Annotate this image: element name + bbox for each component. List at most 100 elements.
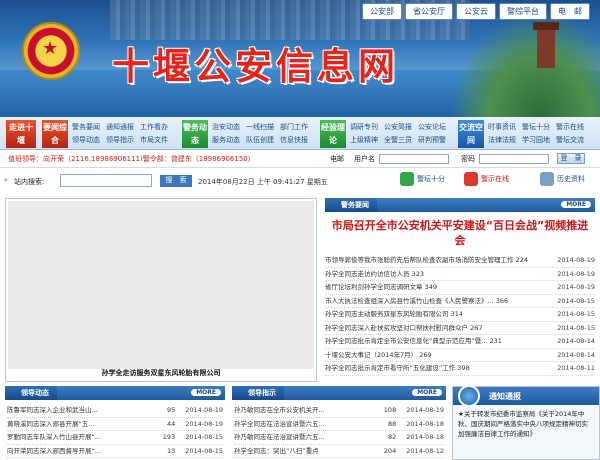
nav-link[interactable]: 警务要闻 <box>72 122 100 133</box>
list-item-date: 2014-08-19 <box>557 256 595 264</box>
password-label: 密码 <box>461 154 475 163</box>
top-link-email[interactable]: 电 邮 <box>550 3 590 20</box>
nav-head-shiyan[interactable]: 走进十堰 <box>6 120 36 148</box>
list-item-date: 2014-08-19 <box>185 406 223 414</box>
nav-link[interactable]: 警坛交流 <box>556 135 584 146</box>
list-item[interactable]: 黄晓溪同志深入郧县开展“五... 44 2014-08-19 <box>7 418 223 431</box>
nav-link[interactable]: 队伍创建 <box>246 135 274 146</box>
list-item[interactable]: 孙乃敏同志在全市公安机关开... 108 2014-08-19 <box>234 404 444 418</box>
video-caption[interactable]: 孙学全走访服务双星东风轮胎有限公司 <box>5 368 317 378</box>
list-item-title[interactable]: 市领导郭俊等我市张聪药先后帮队检查农副市场消防安全管理工作 224 <box>325 254 528 267</box>
list-item-title[interactable]: 黄晓溪同志深入郧县开展“五... <box>7 418 95 431</box>
nav-link[interactable]: 公安简报 <box>384 122 412 133</box>
list-item-title[interactable]: 孙学全同志深入赴扶贫攻坚对口帮扶村慰问群众户 267 <box>325 322 482 335</box>
list-item[interactable]: 市领导郭俊等我市张聪药先后帮队检查农副市场消防安全管理工作 224 2014-08… <box>325 254 595 268</box>
list-item[interactable]: 陈鲁军同志深入企业和武当山... 95 2014-08-19 <box>7 404 223 418</box>
nav-link[interactable]: 服务动态 <box>212 135 240 146</box>
nav-link[interactable]: 学习园地 <box>522 135 550 146</box>
instructions-section-bar: 领导指示 MORE <box>232 386 446 400</box>
top-link-platform[interactable]: 警综平台 <box>499 3 547 20</box>
username-input[interactable] <box>379 153 449 164</box>
search-input[interactable] <box>60 174 152 187</box>
nav-link[interactable]: 部门工作 <box>280 122 308 133</box>
list-item-title[interactable]: 孙学全同志批示肯定全市公安信息化“典型示范应用”暨... 231 <box>325 335 502 348</box>
notice-text[interactable]: ★关于转发市纪委市监察局《关于2014年中秋、国庆期间严格落实中央八项规定精神切… <box>453 405 599 443</box>
list-item[interactable]: 孙学全同志深入赴扶贫攻坚对口帮扶村慰问群众户 267 2014-08-15 <box>325 322 595 335</box>
nav-head-exchange[interactable]: 交流空间 <box>458 120 484 148</box>
nav-link[interactable]: 时事资讯 <box>488 122 516 133</box>
site-title: 十堰公安信息网 <box>112 44 399 88</box>
list-item[interactable]: 孙学全同志批示肯定全市公安信息化“典型示范应用”暨... 231 2014-08-… <box>325 335 595 349</box>
list-item-count: 44 <box>166 419 176 428</box>
instructions-list: 孙乃敏同志在全市公安机关开... 108 2014-08-19 孙学全同志在法治宣讲暨… <box>232 400 446 458</box>
nav-link[interactable]: 公安论坛 <box>418 122 446 133</box>
nav-head-police[interactable]: 警务动态 <box>182 120 208 148</box>
list-item[interactable]: 孙乃敏同志在法治宣讲暨六五... 82 2014-08-18 <box>234 431 444 445</box>
nav-link[interactable]: 治安动态 <box>212 122 240 133</box>
list-item[interactable]: 孙学全同志走访约访信访人员 323 2014-08-19 <box>325 268 595 281</box>
list-item[interactable]: 孙学全同志在法治宣讲暨六五... 88 2014-08-18 <box>234 418 444 431</box>
list-item-title[interactable]: 孙乃敏同志在法治宣讲暨六五... <box>234 431 325 444</box>
video-screen[interactable] <box>8 201 314 369</box>
leaders-more-button[interactable]: MORE <box>191 389 221 396</box>
password-input[interactable] <box>479 153 549 164</box>
top-link-cloud[interactable]: 公安云 <box>456 3 496 20</box>
nav-link[interactable]: 工作看办 <box>140 122 168 133</box>
nav-link[interactable]: 一线扫描 <box>246 122 274 133</box>
list-item-title[interactable]: 十堰公安大事记（2014年7月） 269 <box>325 349 432 362</box>
nav-link[interactable]: 研判预警 <box>418 135 446 146</box>
list-item-date: 2014-08-19 <box>557 269 595 278</box>
quick-link-warning[interactable]: 警示在线 <box>464 172 509 186</box>
news-headline[interactable]: 市局召开全市公安机关平安建设“百日会战”视频推进会 <box>329 218 591 248</box>
nav-link[interactable]: 通知通报 <box>106 122 134 133</box>
news-section-title: 警务要闻 <box>325 198 377 212</box>
list-item-title[interactable]: 孙乃敏同志在全市公安机关开... <box>234 404 325 417</box>
list-item-title[interactable]: 孙学全同志主动服务双星东风轮胎有限公司 314 <box>325 308 463 321</box>
list-item-title[interactable]: 陈鲁军同志深入企业和武当山... <box>7 404 98 417</box>
list-item-title[interactable]: 罗勤同志车队深入竹山县开展“... <box>7 431 101 444</box>
nav-link[interactable]: 市局文件 <box>140 135 168 146</box>
quick-link-forum[interactable]: 警坛十分 <box>400 172 445 186</box>
list-item-date: 2014-08-15 <box>557 296 595 305</box>
instructions-more-button[interactable]: MORE <box>412 389 442 396</box>
list-item-title[interactable]: 向开荣同志深入郧西督导开展“... <box>7 445 101 458</box>
nav-link[interactable]: 上级精神 <box>350 135 378 146</box>
top-link-ministry[interactable]: 公安部 <box>362 3 402 20</box>
list-item[interactable]: 十堰公安大事记（2014年7月） 269 2014-08-14 <box>325 349 595 362</box>
nav-link[interactable]: 调研专刊 <box>350 122 378 133</box>
search-button[interactable]: 搜 索 <box>160 175 192 187</box>
top-link-province[interactable]: 省公安厅 <box>405 3 453 20</box>
nav-head-theory[interactable]: 经验理论 <box>320 120 346 148</box>
list-item[interactable]: 孙学全同志：突出“八扫”重点 204 2014-08-12 <box>234 445 444 458</box>
login-button[interactable]: 登 录 <box>557 153 585 164</box>
video-player[interactable] <box>5 198 317 382</box>
main-nav: 走进十堰 要闻综合 警务要闻 通知通报 工作看办 领导动态 领导指示 市局文件 … <box>0 117 600 150</box>
list-item-title[interactable]: 孙学全同志：突出“八扫”重点 <box>234 445 319 458</box>
list-item-title[interactable]: 孙学全同志在法治宣讲暨六五... <box>234 418 325 431</box>
list-item-title[interactable]: 孙学全同志批示肯定市看守所“五化建设”工作 398 <box>325 362 470 375</box>
quick-link-history[interactable]: 历史资料 <box>540 172 585 186</box>
list-item[interactable]: 省厅论坛利剑孙学全同志调研文章 349 2014-08-19 <box>325 281 595 295</box>
nav-link[interactable]: 领导指示 <box>106 135 134 146</box>
list-item[interactable]: 市人大执法检查组深入房县竹溪竹山检查《人民警察法》... 366 2014-08-… <box>325 295 595 308</box>
list-item-title[interactable]: 市人大执法检查组深入房县竹溪竹山检查《人民警察法》... 366 <box>325 295 508 308</box>
nav-link[interactable]: 领导动态 <box>72 135 100 146</box>
nav-head-news[interactable]: 要闻综合 <box>42 120 68 148</box>
list-item-title[interactable]: 孙学全同志走访约访信访人员 323 <box>325 268 424 281</box>
list-item[interactable]: 罗勤同志车队深入竹山县开展“... 193 2014-08-15 <box>7 431 223 445</box>
list-item[interactable]: 孙学全同志批示肯定市看守所“五化建设”工作 398 2014-08-11 <box>325 362 595 376</box>
list-item-title[interactable]: 省厅论坛利剑孙学全同志调研文章 349 <box>325 281 437 294</box>
nav-link[interactable]: 法律法规 <box>488 135 516 146</box>
notice-icon <box>458 385 480 407</box>
nav-link[interactable]: 全警三员 <box>384 135 412 146</box>
nav-link[interactable]: 警示在线 <box>556 122 584 133</box>
list-item-count: 95 <box>166 406 176 414</box>
list-item-date: 2014-08-15 <box>557 323 595 332</box>
news-more-button[interactable]: MORE <box>561 201 591 208</box>
nav-group-shiyan[interactable]: 走进十堰 <box>6 120 36 148</box>
nav-link[interactable]: 警坛十分 <box>522 122 550 133</box>
list-item[interactable]: 向开荣同志深入郧西督导开展“... 13 2014-08-15 <box>7 445 223 458</box>
list-item-date: 2014-08-19 <box>557 283 595 291</box>
nav-link[interactable]: 信息快报 <box>280 135 308 146</box>
list-item[interactable]: 孙学全同志主动服务双星东风轮胎有限公司 314 2014-08-15 <box>325 308 595 322</box>
